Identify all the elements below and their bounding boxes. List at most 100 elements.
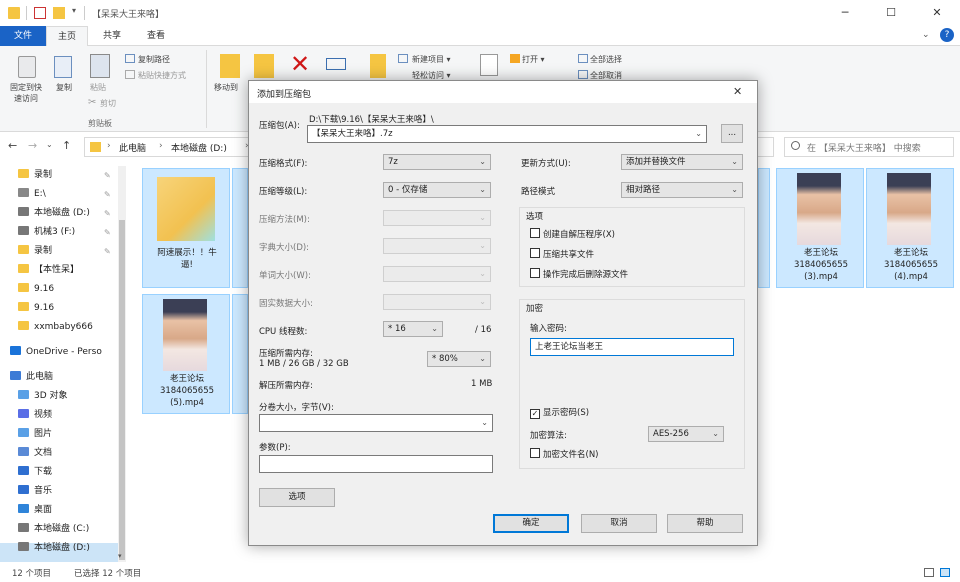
- back-arrow-icon[interactable]: ←: [8, 139, 17, 152]
- paste-shortcut-button[interactable]: 粘贴快捷方式: [138, 70, 186, 81]
- format-select[interactable]: 7z ⌄: [383, 154, 491, 170]
- explorer-title-bar: ▾ 【呆呆大王来咯】 ─ ☐ ✕: [0, 0, 960, 26]
- sidebar-item[interactable]: 文档: [18, 444, 52, 463]
- compress-shared-checkbox[interactable]: 压缩共享文件: [530, 248, 594, 260]
- pin-to-quick-access-button[interactable]: 固定到快 速访问: [6, 82, 46, 104]
- move-to-button[interactable]: 移动到: [214, 82, 238, 93]
- forward-arrow-icon[interactable]: →: [28, 139, 37, 152]
- sidebar-item[interactable]: 本地磁盘 (D:) ✎: [18, 204, 111, 223]
- paste-button[interactable]: 粘贴: [90, 82, 106, 93]
- sidebar-item[interactable]: 桌面: [18, 501, 52, 520]
- show-password-checkbox[interactable]: ✓ 显示密码(S): [530, 406, 589, 419]
- browse-button[interactable]: ...: [721, 124, 743, 143]
- options-button[interactable]: 选项: [259, 488, 335, 507]
- compress-memory-value: 1 MB / 26 GB / 32 GB: [259, 359, 349, 369]
- sidebar-item[interactable]: 音乐: [18, 482, 52, 501]
- checkbox-icon: [530, 448, 540, 458]
- tiles-view-icon[interactable]: [940, 568, 950, 577]
- cut-button[interactable]: 剪切: [100, 98, 116, 109]
- password-input[interactable]: 上老王论坛当老王: [530, 338, 734, 356]
- ok-button[interactable]: 确定: [493, 514, 569, 533]
- chevron-down-icon: ⌄: [431, 324, 438, 333]
- select-all-button[interactable]: 全部选择: [590, 54, 622, 65]
- open-button[interactable]: 打开 ▾: [522, 54, 545, 65]
- ribbon-collapse-icon[interactable]: ⌄: [922, 30, 930, 40]
- file-tile-folder[interactable]: 阿速展示！！牛 逼!: [142, 168, 230, 288]
- sidebar-item[interactable]: 下载: [18, 463, 52, 482]
- help-button[interactable]: 帮助: [667, 514, 743, 533]
- folder-icon: [18, 504, 29, 513]
- archive-name-combo[interactable]: 【呆呆大王来咯】.7z ⌄: [307, 125, 707, 143]
- file-tile-partial[interactable]: [758, 168, 770, 288]
- breadcrumb-this-pc[interactable]: 此电脑: [119, 141, 146, 154]
- sidebar-item[interactable]: 本地磁盘 (D:): [18, 539, 90, 558]
- new-folder-icon[interactable]: [53, 7, 65, 19]
- sidebar-item[interactable]: 此电脑: [10, 368, 53, 387]
- scroll-down-icon[interactable]: ▾: [118, 552, 122, 560]
- path-mode-select[interactable]: 相对路径 ⌄: [621, 182, 743, 198]
- delete-icon[interactable]: ✕: [290, 50, 310, 78]
- quick-access-dropdown-icon[interactable]: ▾: [72, 6, 76, 15]
- help-icon[interactable]: ?: [940, 28, 954, 42]
- file-tile-video[interactable]: 老王论坛 3184065655 (4).mp4: [866, 168, 954, 288]
- encrypt-names-checkbox[interactable]: 加密文件名(N): [530, 448, 599, 460]
- search-input[interactable]: 在 【呆呆大王来咯】 中搜索: [784, 137, 954, 157]
- split-volume-combo[interactable]: ⌄: [259, 414, 493, 432]
- maximize-button[interactable]: ☐: [868, 0, 914, 26]
- details-view-icon[interactable]: [924, 568, 934, 577]
- sidebar-item[interactable]: 9.16: [18, 299, 54, 318]
- dictionary-select[interactable]: ⌄: [383, 238, 491, 254]
- sidebar-item[interactable]: 9.16: [18, 280, 54, 299]
- file-tile-video[interactable]: 老王论坛 3184065655 (5).mp4: [142, 294, 230, 414]
- sidebar-item[interactable]: 3D 对象: [18, 387, 68, 406]
- new-item-button[interactable]: 新建项目 ▾: [412, 54, 451, 65]
- up-arrow-icon[interactable]: ↑: [62, 139, 71, 152]
- recent-dropdown-icon[interactable]: ⌄: [46, 140, 53, 149]
- tab-file[interactable]: 文件: [0, 26, 46, 46]
- solid-block-select[interactable]: ⌄: [383, 294, 491, 310]
- file-tile-video[interactable]: 老王论坛 3184065655 (3).mp4: [776, 168, 864, 288]
- sidebar-item[interactable]: 机械3 (F:) ✎: [18, 223, 111, 242]
- cancel-button[interactable]: 取消: [581, 514, 657, 533]
- new-folder-icon[interactable]: [370, 54, 386, 78]
- update-mode-select[interactable]: 添加并替换文件 ⌄: [621, 154, 743, 170]
- method-select[interactable]: ⌄: [383, 210, 491, 226]
- nav-scrollbar-thumb[interactable]: [119, 220, 125, 560]
- sidebar-item[interactable]: 录制 ✎: [18, 242, 111, 261]
- copy-button[interactable]: 复制: [56, 82, 72, 93]
- sidebar-item[interactable]: xxmbaby666: [18, 318, 93, 337]
- sidebar-item[interactable]: 录制 ✎: [18, 166, 111, 185]
- dialog-close-button[interactable]: ✕: [733, 85, 742, 98]
- file-name: 老王论坛 3184065655 (4).mp4: [883, 248, 939, 282]
- sidebar-item[interactable]: E:\ ✎: [18, 185, 111, 204]
- tab-share[interactable]: 共享: [92, 26, 132, 46]
- delete-after-checkbox[interactable]: 操作完成后删除源文件: [530, 268, 628, 280]
- word-size-select[interactable]: ⌄: [383, 266, 491, 282]
- properties-icon[interactable]: [480, 54, 498, 76]
- sidebar-item[interactable]: 【本性呆】: [18, 261, 79, 280]
- minimize-button[interactable]: ─: [822, 0, 868, 26]
- tab-view[interactable]: 查看: [136, 26, 176, 46]
- folder-icon: [18, 283, 29, 292]
- sidebar-item[interactable]: 本地磁盘 (C:): [18, 520, 89, 539]
- copy-path-button[interactable]: 复制路径: [138, 54, 170, 65]
- cpu-threads-select[interactable]: * 16 ⌄: [383, 321, 443, 337]
- dictionary-label: 字典大小(D):: [259, 243, 310, 253]
- chevron-down-icon: ⌄: [481, 418, 488, 427]
- sidebar-item[interactable]: 视频: [18, 406, 52, 425]
- breadcrumb-drive-d[interactable]: 本地磁盘 (D:): [171, 141, 227, 154]
- create-sfx-checkbox[interactable]: 创建自解压程序(X): [530, 228, 615, 240]
- tab-home[interactable]: 主页: [46, 26, 88, 46]
- properties-icon[interactable]: [34, 7, 46, 19]
- rename-icon[interactable]: [326, 58, 346, 70]
- file-tile-partial[interactable]: [232, 168, 248, 288]
- encryption-method-select[interactable]: AES-256 ⌄: [648, 426, 724, 442]
- file-tile-partial[interactable]: [232, 294, 248, 414]
- sidebar-item[interactable]: OneDrive - Perso: [10, 343, 102, 362]
- sidebar-item[interactable]: 图片: [18, 425, 52, 444]
- level-select[interactable]: 0 - 仅存储 ⌄: [383, 182, 491, 198]
- memory-usage-select[interactable]: * 80% ⌄: [427, 351, 491, 367]
- close-button[interactable]: ✕: [914, 0, 960, 26]
- parameters-input[interactable]: [259, 455, 493, 473]
- create-sfx-label: 创建自解压程序(X): [543, 230, 615, 240]
